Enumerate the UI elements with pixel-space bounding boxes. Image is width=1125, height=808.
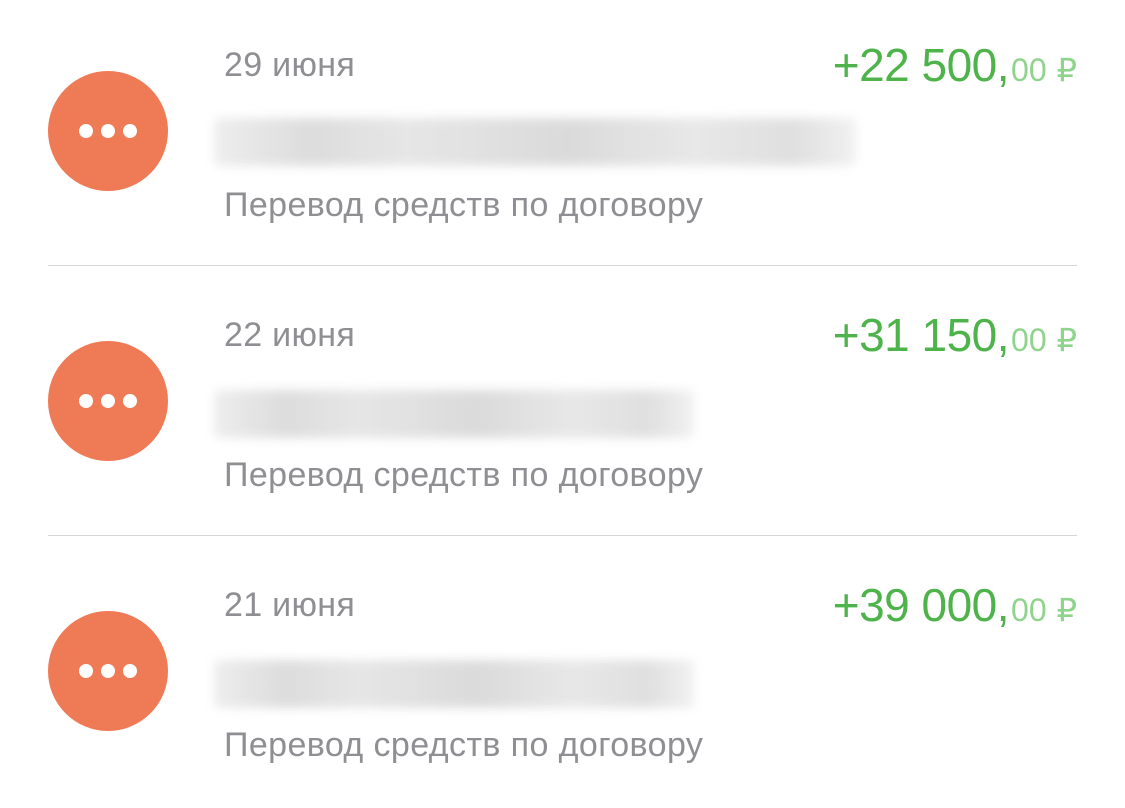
dot	[123, 394, 137, 408]
dot	[123, 664, 137, 678]
currency-symbol: ₽	[1056, 322, 1077, 358]
amount-fraction: 00	[1011, 592, 1047, 628]
transaction-row[interactable]: 21 июня +39 000, 00 ₽ Перевод средств по…	[0, 540, 1125, 808]
more-dots-icon	[79, 394, 137, 408]
transaction-amount: +39 000, 00 ₽	[833, 578, 1077, 632]
amount-integer: +31 150,	[832, 309, 1010, 361]
dot	[101, 124, 115, 138]
amount-integer: +22 500,	[832, 39, 1010, 91]
dot	[123, 124, 137, 138]
amount-fraction: 00	[1011, 322, 1047, 358]
more-dots-icon	[79, 124, 137, 138]
transaction-description: Перевод средств по договору	[224, 726, 704, 764]
transaction-date: 22 июня	[224, 316, 356, 354]
transaction-description: Перевод средств по договору	[224, 186, 704, 224]
transaction-date: 21 июня	[224, 586, 356, 624]
amount-fraction: 00	[1011, 52, 1047, 88]
dot	[79, 394, 93, 408]
transaction-amount: +22 500, 00 ₽	[833, 38, 1077, 92]
transaction-row[interactable]: 22 июня +31 150, 00 ₽ Перевод средств по…	[0, 270, 1125, 538]
transaction-amount: +31 150, 00 ₽	[833, 308, 1077, 362]
blurred-counterparty-name	[214, 390, 694, 438]
amount-integer: +39 000,	[832, 579, 1010, 631]
blurred-counterparty-name	[214, 118, 856, 166]
dot	[101, 394, 115, 408]
transactions-list: 29 июня +22 500, 00 ₽ Перевод средств по…	[0, 0, 1125, 802]
currency-symbol: ₽	[1056, 592, 1077, 628]
transaction-row[interactable]: 29 июня +22 500, 00 ₽ Перевод средств по…	[0, 0, 1125, 268]
transaction-description: Перевод средств по договору	[224, 456, 704, 494]
category-avatar	[48, 71, 168, 191]
transaction-date: 29 июня	[224, 46, 356, 84]
more-dots-icon	[79, 664, 137, 678]
dot	[79, 124, 93, 138]
category-avatar	[48, 611, 168, 731]
currency-symbol: ₽	[1056, 52, 1077, 88]
category-avatar	[48, 341, 168, 461]
dot	[101, 664, 115, 678]
blurred-counterparty-name	[214, 660, 694, 708]
row-divider	[48, 265, 1077, 266]
dot	[79, 664, 93, 678]
row-divider	[48, 535, 1077, 536]
